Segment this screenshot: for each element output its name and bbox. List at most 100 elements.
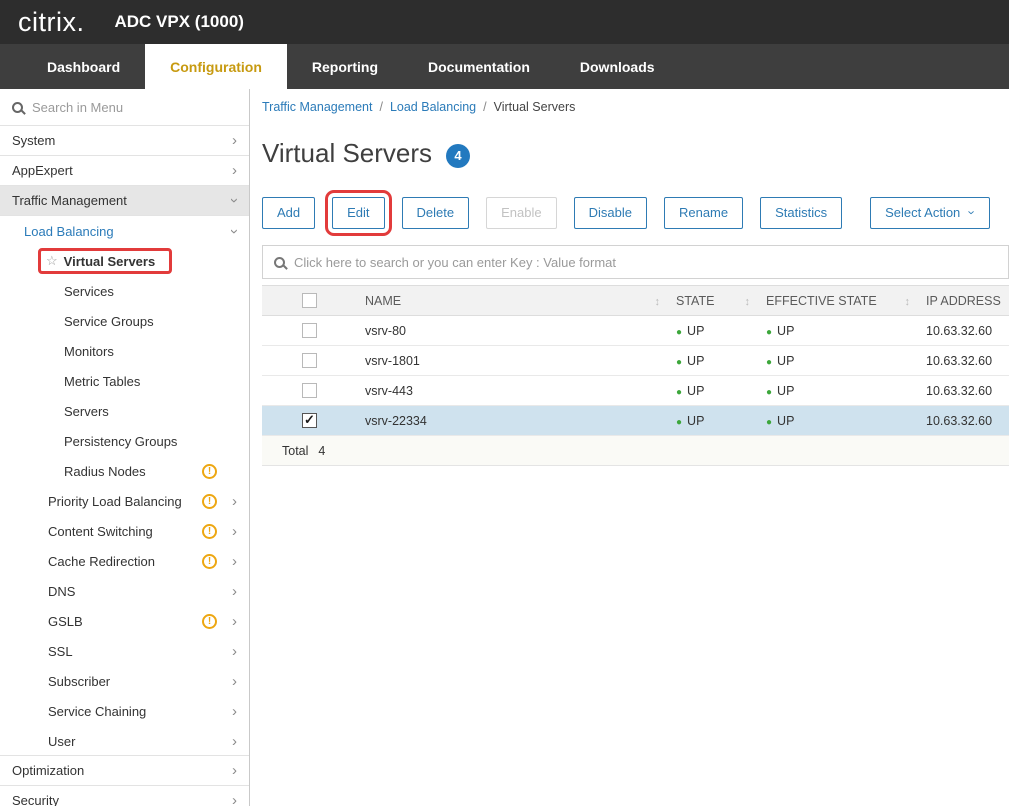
disable-button[interactable]: Disable — [574, 197, 647, 229]
rename-button[interactable]: Rename — [664, 197, 743, 229]
chevron-right-icon: › — [232, 163, 237, 178]
sidebar-item-ssl[interactable]: SSL › — [0, 636, 249, 666]
app-header: citrix. ADC VPX (1000) — [0, 0, 1009, 44]
enable-button[interactable]: Enable — [486, 197, 556, 229]
sidebar-item-virtual-servers[interactable]: ☆ Virtual Servers — [0, 246, 249, 276]
sidebar-item-service-groups[interactable]: Service Groups — [0, 306, 249, 336]
statistics-button[interactable]: Statistics — [760, 197, 842, 229]
column-header-effective-state[interactable]: EFFECTIVE STATE ↕ — [758, 286, 918, 316]
sidebar-item-label-wrap: GSLB — [48, 614, 83, 629]
sidebar-item-label: DNS — [48, 584, 75, 599]
sidebar-item-label: Security — [12, 793, 59, 806]
sidebar-item-label-wrap: DNS — [48, 584, 75, 599]
delete-button[interactable]: Delete — [402, 197, 470, 229]
sidebar-item-service-chaining[interactable]: Service Chaining › — [0, 696, 249, 726]
chevron-right-icon: › — [232, 584, 237, 599]
chevron-right-icon: › — [232, 524, 237, 539]
edit-button[interactable]: Edit — [332, 197, 384, 229]
breadcrumb-separator: / — [483, 100, 486, 114]
warning-icon: ! — [202, 524, 217, 539]
sidebar-item-security[interactable]: Security › — [0, 785, 249, 806]
chevron-right-icon: › — [232, 674, 237, 689]
table-row[interactable]: vsrv-80 ●UP ●UP 10.63.32.60 — [262, 316, 1009, 346]
sidebar-item-label: Traffic Management — [12, 193, 127, 208]
state-value: UP — [687, 354, 704, 368]
row-checkbox[interactable] — [302, 383, 317, 398]
table-search[interactable] — [262, 245, 1009, 279]
column-header-name[interactable]: NAME ↕ — [357, 286, 668, 316]
chevron-right-icon: › — [232, 763, 237, 778]
tab-configuration[interactable]: Configuration — [145, 44, 287, 89]
column-header-state[interactable]: STATE ↕ — [668, 286, 758, 316]
sidebar-item-gslb[interactable]: GSLB ! › — [0, 606, 249, 636]
sidebar-item-user[interactable]: User › — [0, 726, 249, 756]
sidebar-item-persistency-groups[interactable]: Persistency Groups — [0, 426, 249, 456]
sidebar-item-appexpert[interactable]: AppExpert › — [0, 155, 249, 186]
column-header-ip-address[interactable]: IP ADDRESS — [918, 286, 1009, 316]
table-row[interactable]: vsrv-443 ●UP ●UP 10.63.32.60 — [262, 376, 1009, 406]
virtual-servers-table: NAME ↕ STATE ↕ EFFECTIVE STATE ↕ IP AD — [262, 285, 1009, 436]
sidebar-item-label: User — [48, 734, 75, 749]
count-badge: 4 — [446, 144, 470, 168]
primary-nav: Dashboard Configuration Reporting Docume… — [0, 44, 1009, 89]
sidebar-item-load-balancing[interactable]: Load Balancing › — [0, 216, 249, 246]
sidebar-item-label: SSL — [48, 644, 73, 659]
add-button[interactable]: Add — [262, 197, 315, 229]
table-search-input[interactable] — [294, 255, 997, 270]
sidebar-item-cache-redirection[interactable]: Cache Redirection ! › — [0, 546, 249, 576]
table-row[interactable]: vsrv-22334 ●UP ●UP 10.63.32.60 — [262, 406, 1009, 436]
status-up-dot: ● — [676, 387, 682, 398]
sidebar-item-priority-load-balancing[interactable]: Priority Load Balancing ! › — [0, 486, 249, 516]
sidebar-item-label-wrap: Metric Tables — [64, 374, 140, 389]
sidebar-item-metric-tables[interactable]: Metric Tables — [0, 366, 249, 396]
sidebar-item-radius-nodes[interactable]: Radius Nodes ! — [0, 456, 249, 486]
sidebar-item-services[interactable]: Services — [0, 276, 249, 306]
page-title: Virtual Servers — [262, 138, 432, 169]
sidebar-item-monitors[interactable]: Monitors — [0, 336, 249, 366]
tab-documentation[interactable]: Documentation — [403, 44, 555, 89]
vserver-name: vsrv-1801 — [357, 346, 668, 376]
citrix-logo: citrix. — [18, 7, 85, 38]
select-action-dropdown[interactable]: Select Action › — [870, 197, 990, 229]
tab-dashboard[interactable]: Dashboard — [22, 44, 145, 89]
menu-search-input[interactable] — [32, 100, 237, 115]
sidebar-item-subscriber[interactable]: Subscriber › — [0, 666, 249, 696]
table-header-row: NAME ↕ STATE ↕ EFFECTIVE STATE ↕ IP AD — [262, 286, 1009, 316]
chevron-right-icon: › — [232, 704, 237, 719]
column-label: EFFECTIVE STATE — [766, 294, 877, 308]
sidebar-item-optimization[interactable]: Optimization › — [0, 755, 249, 786]
table-row[interactable]: vsrv-1801 ●UP ●UP 10.63.32.60 — [262, 346, 1009, 376]
warning-icon: ! — [202, 614, 217, 629]
sidebar-item-dns[interactable]: DNS › — [0, 576, 249, 606]
row-checkbox[interactable] — [302, 353, 317, 368]
chevron-down-icon: › — [965, 210, 980, 214]
breadcrumb-link[interactable]: Load Balancing — [390, 100, 476, 114]
sidebar-item-servers[interactable]: Servers — [0, 396, 249, 426]
breadcrumb-link: Virtual Servers — [494, 100, 576, 114]
sort-icon[interactable]: ↕ — [905, 296, 911, 308]
chevron-down-icon: › — [227, 229, 242, 234]
sidebar-item-label-wrap: Subscriber — [48, 674, 110, 689]
state-value: UP — [687, 414, 704, 428]
menu-search[interactable] — [0, 89, 249, 126]
sort-icon[interactable]: ↕ — [655, 296, 661, 308]
breadcrumb-link[interactable]: Traffic Management — [262, 100, 372, 114]
sidebar-item-system[interactable]: System › — [0, 125, 249, 156]
sidebar-item-label-wrap: Monitors — [64, 344, 114, 359]
tab-downloads[interactable]: Downloads — [555, 44, 680, 89]
sidebar-item-traffic-management[interactable]: Traffic Management › — [0, 185, 249, 216]
sidebar-item-content-switching[interactable]: Content Switching ! › — [0, 516, 249, 546]
sort-icon[interactable]: ↕ — [745, 296, 751, 308]
effective-state-value: UP — [777, 384, 794, 398]
ip-address: 10.63.32.60 — [918, 376, 1009, 406]
sidebar-item-label-wrap: ☆ Virtual Servers — [38, 248, 172, 274]
sidebar-item-label: Service Groups — [64, 314, 154, 329]
vserver-name: vsrv-22334 — [357, 406, 668, 436]
row-checkbox[interactable] — [302, 323, 317, 338]
chevron-right-icon: › — [232, 644, 237, 659]
tab-reporting[interactable]: Reporting — [287, 44, 403, 89]
row-checkbox[interactable] — [302, 413, 317, 428]
sidebar-item-label: Services — [64, 284, 114, 299]
sidebar-item-label: GSLB — [48, 614, 83, 629]
select-all-checkbox[interactable] — [302, 293, 317, 308]
